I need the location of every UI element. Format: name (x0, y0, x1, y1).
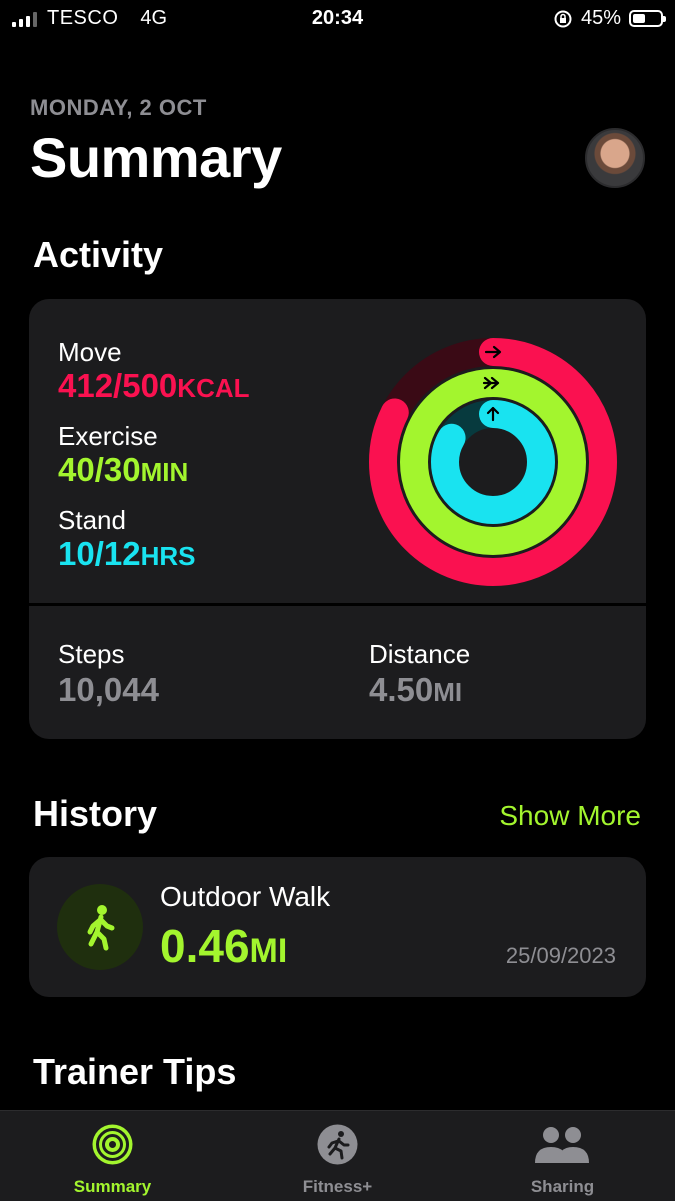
stand-label: Stand (58, 505, 126, 535)
page-title: Summary (30, 126, 282, 189)
exercise-value: 40/30MIN (58, 451, 189, 488)
activity-card[interactable]: Move 412/500KCAL Exercise 40/30MIN Stand… (29, 299, 646, 739)
stand-value: 10/12HRS (58, 535, 196, 572)
workout-distance: 0.46MI (160, 920, 288, 972)
tab-fitness-plus[interactable]: Fitness+ (225, 1111, 450, 1201)
battery-percent: 45% (580, 7, 621, 29)
history-section-title: History (33, 793, 158, 834)
orientation-lock-icon (554, 10, 572, 27)
steps-value: 10,044 (58, 671, 159, 708)
walking-figure-icon (87, 905, 115, 951)
battery-icon (629, 10, 666, 27)
status-bar: TESCO 4G 20:34 45% (0, 0, 675, 40)
profile-avatar[interactable] (585, 128, 645, 188)
move-label: Move (58, 337, 122, 367)
date-label: MONDAY, 2 OCT (30, 95, 207, 120)
tab-summary[interactable]: Summary (0, 1111, 225, 1201)
people-icon (535, 1127, 589, 1163)
tab-summary-label: Summary (73, 1177, 152, 1196)
tab-fitness-plus-label: Fitness+ (302, 1177, 373, 1196)
activity-rings (369, 338, 617, 586)
workout-date: 25/09/2023 (505, 943, 616, 968)
card-divider (29, 603, 646, 606)
tab-sharing[interactable]: Sharing (450, 1111, 675, 1201)
stand-ring-progress (431, 400, 555, 524)
tab-sharing-label: Sharing (530, 1177, 595, 1196)
activity-section-title: Activity (33, 234, 164, 275)
workout-name: Outdoor Walk (160, 881, 331, 912)
history-item-outdoor-walk[interactable]: Outdoor Walk 0.46MI 25/09/2023 (29, 857, 646, 997)
trainer-tips-title: Trainer Tips (33, 1051, 237, 1092)
show-more-link[interactable]: Show More (499, 800, 641, 832)
exercise-label: Exercise (58, 421, 158, 451)
fitness-runner-icon (317, 1124, 358, 1165)
steps-label: Steps (58, 639, 125, 669)
distance-value: 4.50MI (369, 671, 463, 708)
distance-label: Distance (369, 639, 471, 669)
walk-icon-badge (57, 884, 143, 970)
activity-rings-icon (92, 1124, 133, 1165)
move-value: 412/500KCAL (58, 367, 250, 404)
exercise-ring-overflow-cap (547, 487, 576, 516)
tab-bar: Summary Fitness+ Sharing (0, 1110, 675, 1201)
